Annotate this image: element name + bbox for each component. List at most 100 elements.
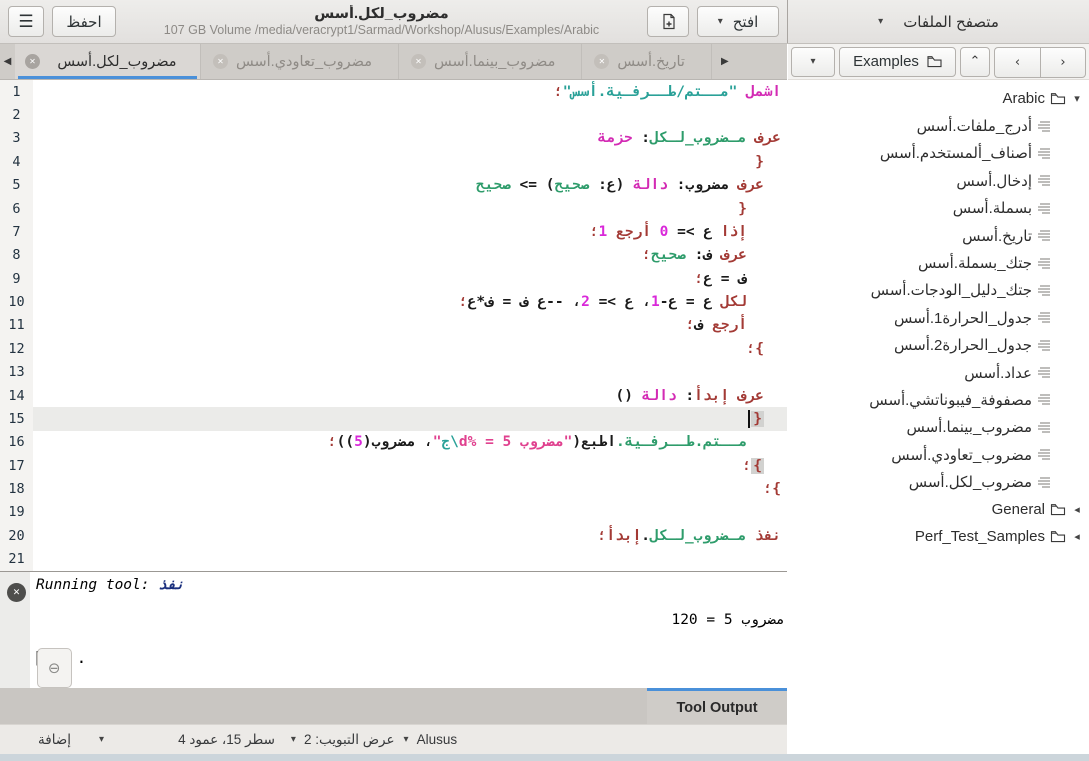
tree-item-file[interactable]: بسملة.أسس (788, 195, 1089, 222)
code-segment: إبدأ (606, 528, 641, 544)
code-line[interactable]: 18}؛ (0, 477, 787, 500)
code-line[interactable]: 5عرف مضروب: دالة (ع: صحيح) => صحيح (0, 174, 787, 197)
tab-width-dropdown[interactable]: ▾ عرض التبويب: 2 (291, 732, 395, 748)
location-label: Examples (853, 53, 919, 70)
tab-strip: ✕مضروب_لكل.أسس✕مضروب_تعاودي.أسس✕مضروب_بي… (15, 44, 712, 79)
expander-open-icon[interactable]: ▾ (1071, 92, 1083, 105)
tab-scroll-left-icon[interactable]: ◀ (0, 44, 15, 79)
chevron-down-icon[interactable]: ▾ (99, 735, 104, 745)
code-line[interactable]: 1اشمل "مــتم/طــرفـية.أسس"؛ (0, 80, 787, 103)
files-panel-menubutton[interactable]: متصفح الملفات ▾ (788, 0, 1089, 43)
code-line[interactable]: 8عرف ف: صحيح؛ (0, 244, 787, 267)
line-number: 5 (0, 174, 33, 197)
code-line[interactable]: 13 (0, 361, 787, 384)
new-file-button[interactable] (647, 6, 689, 37)
code-segment: \ج (441, 434, 458, 450)
tab-scroll-right-icon[interactable]: ▶ (712, 44, 738, 79)
tree-item-file[interactable]: مضروب_بينما.أسس (788, 414, 1089, 441)
code-editor[interactable]: 1اشمل "مــتم/طــرفـية.أسس"؛23عرف مـضروب_… (0, 80, 787, 571)
line-number: 9 (0, 267, 33, 290)
tree-item-file[interactable]: جتك_دليل_الودجات.أسس (788, 277, 1089, 304)
tree-item-label: مضروب_تعاودي.أسس (891, 446, 1032, 464)
code-segment: () (616, 388, 642, 404)
code-segment: مـضروب_لـكل (650, 130, 746, 146)
code-text (33, 361, 787, 384)
tree-item-file[interactable]: أدرج_ملفات.أسس (788, 112, 1089, 139)
code-line[interactable]: 17}؛ (0, 454, 787, 477)
tab-active[interactable]: ✕مضروب_لكل.أسس (15, 44, 201, 79)
tab-inactive[interactable]: ✕مضروب_تعاودي.أسس (201, 44, 399, 79)
tree-item-folder[interactable]: ▾Arabic (788, 85, 1089, 112)
code-line[interactable]: 6{ (0, 197, 787, 220)
tab-close-icon[interactable]: ✕ (25, 54, 40, 69)
insert-mode-label[interactable]: إضافة (38, 732, 71, 748)
tab-inactive[interactable]: ✕ مضروب_بينما.أسس (399, 44, 582, 79)
code-segment: حزمة (598, 130, 633, 146)
code-segment: صحيح (651, 247, 686, 263)
code-segment: ؛ (743, 458, 752, 474)
tree-item-folder[interactable]: ◂Perf_Test_Samples (788, 523, 1089, 550)
code-segment: 2 (581, 294, 590, 310)
code-line[interactable]: 20نفذ مـضروب_لـكل.إبدأ؛ (0, 524, 787, 547)
language-dropdown[interactable]: ▾ Alusus (404, 732, 458, 747)
code-text: }؛ (33, 477, 787, 500)
running-tool-line: Running tool: نفذ (36, 577, 184, 593)
tab-close-icon[interactable]: ✕ (594, 54, 609, 69)
tree-item-file[interactable]: جدول_الحرارة2.أسس (788, 332, 1089, 359)
code-text (33, 103, 787, 126)
code-segment: عرف (755, 130, 781, 146)
code-line[interactable]: 14عرف إبدأ: دالة () (0, 384, 787, 407)
code-line[interactable]: 4{ (0, 150, 787, 173)
tab-close-icon[interactable]: ✕ (411, 54, 426, 69)
line-number: 6 (0, 197, 33, 220)
go-up-button[interactable]: ⌃ (960, 47, 990, 77)
tab-inactive[interactable]: ✕تاريخ.أسس (582, 44, 712, 79)
tree-item-file[interactable]: تاريخ.أسس (788, 222, 1089, 249)
code-line[interactable]: 10لكل ع = ع-1، ع >= 2، --ع ف = ف*ع؛ (0, 290, 787, 313)
code-line[interactable]: 3عرف مـضروب_لـكل: حزمة (0, 127, 787, 150)
tree-item-file[interactable]: أصناف_ألمستخدم.أسس (788, 140, 1089, 167)
code-line[interactable]: 19 (0, 501, 787, 524)
code-segment: ع >= (668, 224, 720, 240)
forward-button[interactable]: › (1040, 47, 1086, 78)
tree-item-folder[interactable]: ◂General (788, 496, 1089, 523)
code-line[interactable]: 12}؛ (0, 337, 787, 360)
code-line[interactable]: 16مــتم.طــرفـية.اطبع("مضروب 5 = %d\ج"، … (0, 431, 787, 454)
code-line[interactable]: 15{ (0, 407, 787, 430)
tree-item-file[interactable]: مصفوفة_فيبوناتشي.أسس (788, 386, 1089, 413)
line-number: 17 (0, 454, 33, 477)
expander-closed-icon[interactable]: ◂ (1071, 530, 1083, 543)
tree-item-label: جتك_دليل_الودجات.أسس (871, 281, 1032, 299)
code-line[interactable]: 7إذا ع >= 0 أرجع 1؛ (0, 220, 787, 243)
expander-closed-icon[interactable]: ◂ (1071, 503, 1083, 516)
tree-item-label: جدول_الحرارة1.أسس (894, 309, 1032, 327)
file-icon (1037, 283, 1051, 298)
tree-item-file[interactable]: جتك_بسملة.أسس (788, 249, 1089, 276)
tab-label: مضروب_بينما.أسس (434, 54, 555, 70)
close-output-icon[interactable]: ✕ (7, 583, 26, 602)
code-line[interactable]: 11أرجع ف؛ (0, 314, 787, 337)
code-text: لكل ع = ع-1، ع >= 2، --ع ف = ف*ع؛ (33, 290, 787, 313)
tree-item-file[interactable]: إدخال.أسس (788, 167, 1089, 194)
tree-item-file[interactable]: مضروب_تعاودي.أسس (788, 441, 1089, 468)
location-dropdown-button[interactable]: ▾ (791, 47, 835, 77)
tree-item-file[interactable]: مضروب_لكل.أسس (788, 468, 1089, 495)
open-button[interactable]: ▾ افتح (697, 6, 779, 37)
tree-item-label: أدرج_ملفات.أسس (917, 117, 1032, 135)
code-segment: . (641, 528, 650, 544)
current-folder-button[interactable]: Examples (839, 47, 956, 77)
header-editor-section: ☰ احفظ مضروب_لكل.أسس 107 GB Volume /medi… (0, 0, 788, 43)
tab-tool-output[interactable]: Tool Output (647, 688, 787, 724)
back-button[interactable]: ‹ (994, 47, 1040, 78)
tab-close-icon[interactable]: ✕ (213, 54, 228, 69)
collapse-output-button[interactable]: ⊖ (37, 648, 72, 688)
file-icon (1037, 310, 1051, 325)
code-line[interactable]: 2 (0, 103, 787, 126)
menu-button[interactable]: ☰ (8, 6, 44, 37)
save-button[interactable]: احفظ (52, 6, 116, 37)
code-line[interactable]: 21 (0, 548, 787, 571)
code-text: }؛ (33, 454, 787, 477)
tree-item-file[interactable]: عداد.أسس (788, 359, 1089, 386)
code-line[interactable]: 9ف = ع؛ (0, 267, 787, 290)
tree-item-file[interactable]: جدول_الحرارة1.أسس (788, 304, 1089, 331)
